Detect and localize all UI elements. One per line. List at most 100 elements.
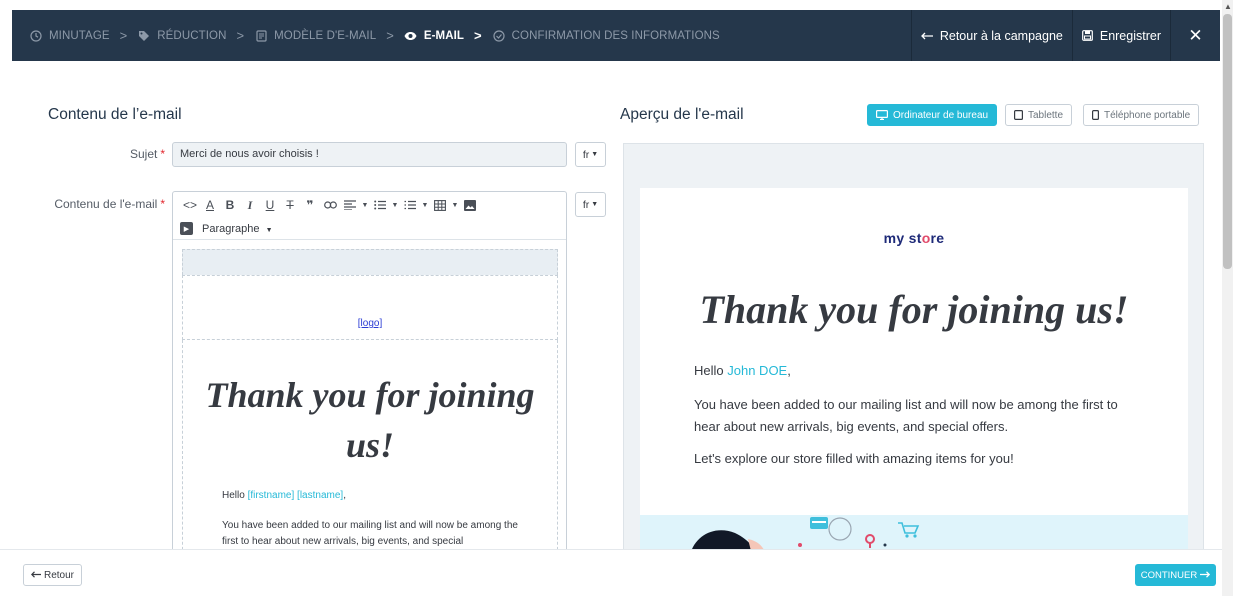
clock-icon xyxy=(29,29,43,43)
firstname-variable: [firstname] xyxy=(247,490,295,501)
bold-icon[interactable]: B xyxy=(220,195,240,215)
back-to-campaign-label: Retour à la campagne xyxy=(939,28,1063,43)
required-mark: * xyxy=(160,147,165,161)
chevron-right-icon: > xyxy=(386,28,394,43)
chevron-right-icon: > xyxy=(474,28,482,43)
close-button[interactable]: ✕ xyxy=(1170,10,1220,61)
bullet-list-icon[interactable] xyxy=(370,195,390,215)
phone-view-label: Téléphone portable xyxy=(1104,109,1191,121)
step-email-template[interactable]: MODÈLE D'E-MAIL xyxy=(254,29,376,43)
text-color-icon[interactable]: A xyxy=(200,195,220,215)
store-logo-text-o: o xyxy=(921,230,931,246)
save-button[interactable]: Enregistrer xyxy=(1071,10,1170,61)
phone-view-button[interactable]: Téléphone portable xyxy=(1083,104,1200,126)
scroll-up-icon[interactable]: ▲ xyxy=(1224,2,1232,11)
link-icon[interactable] xyxy=(320,195,340,215)
underline-icon[interactable]: U xyxy=(260,195,280,215)
eye-icon xyxy=(404,29,418,43)
preview-comma: , xyxy=(787,363,791,378)
scrollbar-thumb[interactable] xyxy=(1223,14,1232,269)
desktop-view-button[interactable]: Ordinateur de bureau xyxy=(867,104,998,126)
language-code: fr xyxy=(582,198,590,211)
step-label: E-MAIL xyxy=(423,29,465,42)
desktop-view-label: Ordinateur de bureau xyxy=(893,109,989,121)
numbered-list-icon[interactable] xyxy=(400,195,420,215)
preview-greeting: Hello John DOE, xyxy=(694,363,791,378)
editor-email-title: Thank you for joining us! xyxy=(205,375,535,465)
tablet-icon xyxy=(1014,110,1023,120)
editor-body[interactable]: [logo] Thank you for joining us! Hello [… xyxy=(173,241,566,551)
caret-down-icon: ▼ xyxy=(591,151,599,158)
step-confirmation[interactable]: CONFIRMATION DES INFORMATIONS xyxy=(492,29,720,43)
preview-hello: Hello xyxy=(694,363,724,378)
close-icon: ✕ xyxy=(1188,25,1203,45)
caret-down-icon: ▼ xyxy=(265,226,273,234)
editor-logo-block: [logo] xyxy=(182,275,558,340)
save-label: Enregistrer xyxy=(1099,28,1161,43)
step-label: RÉDUCTION xyxy=(157,29,227,42)
align-icon[interactable] xyxy=(340,195,360,215)
table-icon[interactable] xyxy=(430,195,450,215)
document-icon xyxy=(254,29,268,43)
preview-email-title: Thank you for joining us! xyxy=(699,287,1129,332)
editor-toolbar: <> A B I U T ❞ ▼ ▼ ▼ ▼ xyxy=(173,192,566,218)
caret-down-icon[interactable]: ▼ xyxy=(390,195,400,215)
continue-button[interactable]: CONTINUER xyxy=(1135,564,1216,586)
editor-toolbar-row-2: ▶ Paragraphe ▼ xyxy=(173,218,566,240)
preview-customer-name: John DOE xyxy=(727,363,788,378)
phone-icon xyxy=(1092,110,1099,120)
topbar-actions: Retour à la campagne Enregistrer ✕ xyxy=(910,10,1220,61)
lastname-variable: [lastname] xyxy=(297,490,344,501)
email-preview-frame: my store Thank you for joining us! Hello… xyxy=(623,143,1204,555)
step-label: MINUTAGE xyxy=(49,29,110,42)
step-email[interactable]: E-MAIL xyxy=(404,29,464,43)
language-code: fr xyxy=(582,148,590,161)
subject-input[interactable]: Merci de nous avoir choisis ! xyxy=(172,142,567,167)
back-to-campaign-button[interactable]: Retour à la campagne xyxy=(910,10,1072,61)
arrow-right-icon xyxy=(1200,570,1211,581)
quote-icon[interactable]: ❞ xyxy=(300,195,320,215)
caret-down-icon[interactable]: ▼ xyxy=(360,195,370,215)
wizard-steps: MINUTAGE > RÉDUCTION > MODÈLE D'E-MAIL >… xyxy=(12,10,911,61)
content-label-text: Contenu de l'e-mail xyxy=(54,197,158,211)
content-label: Contenu de l'e-mail * xyxy=(40,197,165,211)
back-button[interactable]: Retour xyxy=(23,564,83,586)
content-language-dropdown[interactable]: fr ▼ xyxy=(575,192,606,217)
footer-bar: Retour CONTINUER xyxy=(0,549,1222,596)
page-scrollbar[interactable]: ▲ xyxy=(1222,0,1233,596)
tablet-view-label: Tablette xyxy=(1028,109,1064,121)
desktop-icon xyxy=(876,110,888,120)
editor-paragraph: You have been added to our mailing list … xyxy=(222,520,518,547)
subject-label: Sujet * xyxy=(120,147,165,161)
caret-down-icon: ▼ xyxy=(591,201,599,208)
paragraph-format-dropdown[interactable]: Paragraphe ▼ xyxy=(202,223,273,235)
greeting-hello: Hello xyxy=(222,490,245,501)
tablet-view-button[interactable]: Tablette xyxy=(1005,104,1073,126)
caret-down-icon[interactable]: ▼ xyxy=(450,195,460,215)
email-preview-heading: Aperçu de l'e-mail xyxy=(620,106,744,123)
step-reduction[interactable]: RÉDUCTION xyxy=(137,29,226,43)
logo-placeholder-link[interactable]: [logo] xyxy=(183,318,557,329)
subject-label-text: Sujet xyxy=(129,147,158,161)
chevron-right-icon: > xyxy=(236,28,245,43)
check-circle-icon xyxy=(492,29,506,43)
preview-paragraph: You have been added to our mailing list … xyxy=(694,397,1118,434)
tag-icon xyxy=(137,29,151,43)
caret-down-icon[interactable]: ▼ xyxy=(420,195,430,215)
store-logo-text-a: my st xyxy=(883,230,922,246)
italic-icon[interactable]: I xyxy=(240,195,260,215)
preview-paragraph-2: Let's explore our store filled with amaz… xyxy=(694,451,1014,466)
image-icon[interactable] xyxy=(460,195,480,215)
editor-greeting: Hello [firstname] [lastname], xyxy=(222,490,346,501)
store-logo: my store xyxy=(640,230,1188,246)
step-label: CONFIRMATION DES INFORMATIONS xyxy=(511,29,720,42)
subject-language-dropdown[interactable]: fr ▼ xyxy=(575,142,606,167)
strikethrough-icon[interactable]: T xyxy=(280,195,300,215)
step-minutage[interactable]: MINUTAGE xyxy=(29,29,110,43)
top-navigation-bar: MINUTAGE > RÉDUCTION > MODÈLE D'E-MAIL >… xyxy=(12,10,1220,61)
media-icon[interactable]: ▶ xyxy=(180,222,193,235)
greeting-comma: , xyxy=(343,490,346,501)
arrow-left-icon xyxy=(920,32,933,40)
chevron-right-icon: > xyxy=(119,28,128,43)
code-view-icon[interactable]: <> xyxy=(180,195,200,215)
